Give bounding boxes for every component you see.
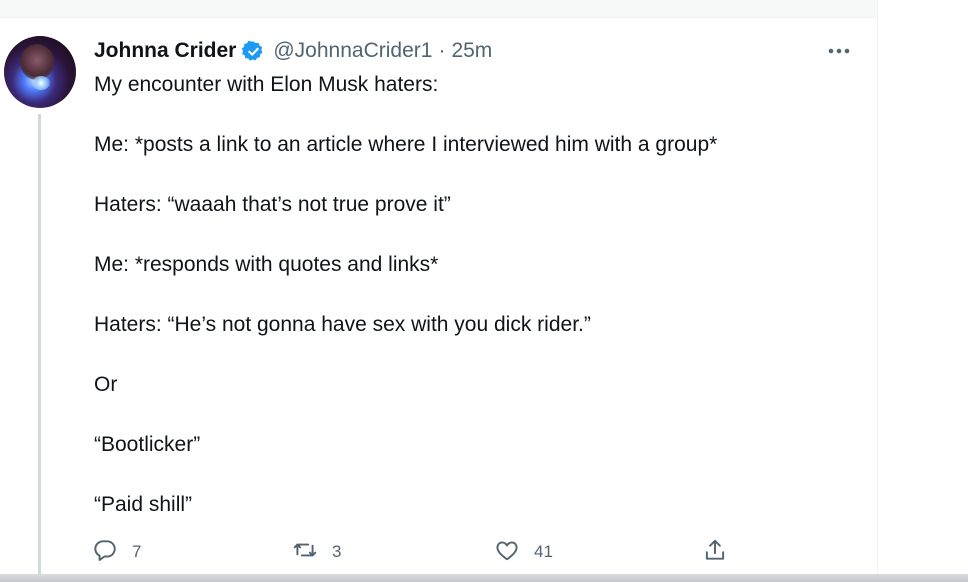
display-name[interactable]: Johnna Crider — [94, 39, 236, 63]
tweet-line: “Bootlicker” — [94, 433, 201, 456]
timeline-border — [877, 0, 878, 582]
like-count: 41 — [534, 542, 553, 561]
verified-badge-icon — [242, 40, 265, 63]
tweet-line: “Paid shill” — [94, 493, 193, 516]
reply-button[interactable]: 7 — [92, 538, 141, 566]
tweet-timestamp[interactable]: 25m — [451, 39, 492, 63]
more-options-icon[interactable] — [822, 38, 856, 64]
user-handle[interactable]: @JohnnaCrider1 — [273, 39, 432, 63]
retweet-button[interactable]: 3 — [292, 538, 341, 566]
tweet-line: My encounter with Elon Musk haters: — [94, 73, 439, 96]
thread-line — [38, 114, 41, 582]
reply-count: 7 — [132, 542, 142, 561]
share-icon — [702, 537, 728, 568]
tweet-line: Haters: “waaah that’s not true prove it” — [94, 193, 451, 216]
top-strip — [0, 0, 878, 18]
share-button[interactable] — [702, 538, 728, 566]
like-icon — [494, 537, 520, 568]
bottom-window-edge — [0, 574, 968, 582]
avatar[interactable] — [4, 36, 76, 108]
tweet-text: My encounter with Elon Musk haters: Me: … — [94, 70, 864, 550]
like-button[interactable]: 41 — [494, 538, 553, 566]
tweet-actions: 7 3 41 — [92, 538, 752, 566]
retweet-count: 3 — [332, 542, 342, 561]
tweet-line: Haters: “He’s not gonna have sex with yo… — [94, 313, 591, 336]
retweet-icon — [292, 537, 318, 568]
tweet-line: Me: *posts a link to an article where I … — [94, 133, 718, 156]
tweet-line: Me: *responds with quotes and links* — [94, 253, 439, 276]
separator-dot: · — [438, 39, 446, 62]
tweet-line: Or — [94, 373, 118, 396]
tweet-header: Johnna Crider @JohnnaCrider1 · 25m — [94, 37, 492, 65]
reply-icon — [92, 537, 118, 568]
